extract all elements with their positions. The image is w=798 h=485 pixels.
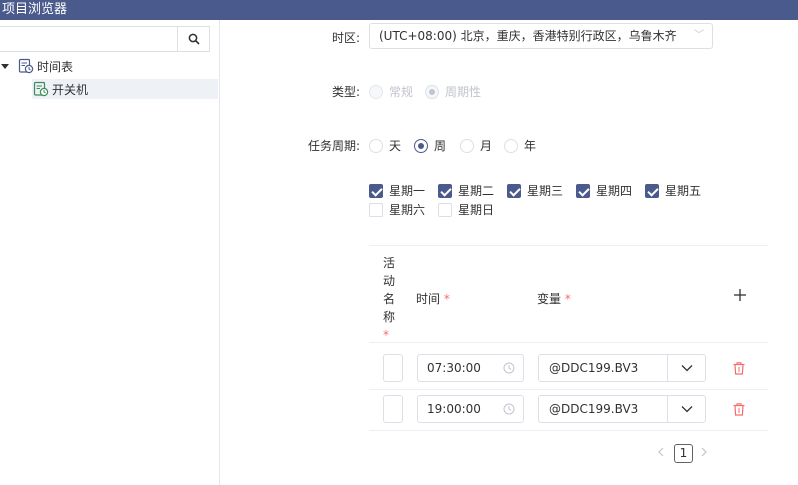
search-icon [188,33,200,45]
checkbox-box [507,183,521,198]
type-label: 类型: [331,85,360,99]
period-radio-day[interactable]: 天 [369,137,401,154]
variable-select[interactable]: @DDC199.BV3 [538,395,706,423]
timezone-label: 时区: [331,31,360,45]
column-header-variable: 变量 * [537,290,571,307]
weekday-checkbox-fri[interactable]: 星期五 [645,182,701,199]
variable-dropdown-button[interactable] [667,396,705,422]
period-radio-week[interactable]: 周 [414,137,446,154]
chevron-down-icon [681,406,692,413]
weekday-checkbox-tue[interactable]: 星期二 [438,182,494,199]
weekday-checkbox-wed[interactable]: 星期三 [507,182,563,199]
radio-circle [504,138,518,153]
radio-circle [460,138,474,153]
period-label: 任务周期: [307,139,360,153]
time-picker[interactable]: 07:30:00 [417,354,524,382]
time-picker[interactable]: 19:00:00 [417,395,524,423]
activity-name-input[interactable] [383,395,403,423]
header-char: 活 [383,256,396,270]
clock-icon [503,403,515,415]
header-char: 称 [383,310,396,324]
checkbox-label: 星期三 [527,184,564,198]
project-tree-panel: 时间表 开关机 [0,20,220,485]
required-mark: * [564,292,571,306]
next-page-button[interactable] [701,446,707,460]
timezone-select[interactable]: (UTC+08:00) 北京，重庆，香港特别行政区，乌鲁木齐 ﹀ [369,23,713,49]
activity-name-input[interactable] [383,354,403,382]
tree-node-power[interactable]: 开关机 [32,79,218,99]
tree-node-label: 开关机 [52,82,89,97]
weekday-checkbox-sat[interactable]: 星期六 [369,201,425,218]
window-title: 项目浏览器 [2,2,68,17]
delete-row-button[interactable] [731,360,747,376]
table-divider [369,389,768,390]
tree-node-label: 时间表 [37,59,74,74]
checkbox-label: 星期二 [458,184,495,198]
window-title-bar: 项目浏览器 [0,0,798,20]
header-char: 动 [383,274,396,288]
variable-value: @DDC199.BV3 [549,402,639,416]
chevron-down-icon: ﹀ [694,30,704,41]
weekday-checkbox-thu[interactable]: 星期四 [576,182,632,199]
radio-label: 年 [524,139,537,153]
radio-circle [369,84,383,99]
column-header-time: 时间 * [416,290,450,307]
page-number-current[interactable]: 1 [674,444,693,463]
checkbox-box [645,183,659,198]
weekday-checkbox-sun[interactable]: 星期日 [438,201,494,218]
trash-icon [733,361,745,375]
radio-circle [414,138,428,153]
tree-search-button[interactable] [177,27,209,51]
checkbox-label: 星期日 [458,203,495,217]
table-divider [369,430,768,431]
variable-dropdown-button[interactable] [667,355,705,381]
timezone-value: (UTC+08:00) 北京，重庆，香港特别行政区，乌鲁木齐 [379,29,677,43]
tree-search-input[interactable] [0,27,176,51]
radio-label: 周期性 [445,85,482,99]
schedule-item-icon [33,81,49,97]
column-header-activity-name: 活 动 名 称 * [383,254,397,344]
checkbox-label: 星期一 [389,184,426,198]
trash-icon [733,402,745,416]
checkbox-box [576,183,590,198]
chevron-right-icon [701,447,707,457]
radio-circle [425,84,439,99]
checkbox-box [369,202,383,217]
chevron-left-icon [658,447,664,457]
required-mark: * [443,292,450,306]
time-value: 19:00:00 [427,402,481,416]
checkbox-label: 星期四 [596,184,633,198]
tree-search [0,26,210,52]
radio-circle [369,138,383,153]
radio-label: 月 [480,139,493,153]
radio-label: 常规 [389,85,414,99]
period-radio-month[interactable]: 月 [460,137,492,154]
checkbox-box [369,183,383,198]
radio-label: 周 [434,139,447,153]
header-text: 时间 [416,292,441,306]
time-value: 07:30:00 [427,361,481,375]
delete-row-button[interactable] [731,401,747,417]
checkbox-box [438,183,452,198]
tree-node-schedule[interactable]: 时间表 [0,56,218,76]
variable-value: @DDC199.BV3 [549,361,639,375]
header-char: 名 [383,292,396,306]
prev-page-button[interactable] [658,446,664,460]
chevron-down-icon [681,365,692,372]
radio-label: 天 [389,139,402,153]
type-radio-periodic[interactable]: 周期性 [425,83,481,100]
checkbox-box [438,202,452,217]
checkbox-label: 星期五 [665,184,702,198]
add-row-icon[interactable] [733,288,747,302]
clock-icon [503,362,515,374]
checkbox-label: 星期六 [389,203,426,217]
type-radio-normal[interactable]: 常规 [369,83,413,100]
table-divider [369,342,768,343]
variable-select[interactable]: @DDC199.BV3 [538,354,706,382]
header-text: 变量 [537,292,562,306]
schedule-icon [18,58,34,74]
weekday-checkbox-mon[interactable]: 星期一 [369,182,425,199]
period-radio-year[interactable]: 年 [504,137,536,154]
caret-down-icon[interactable] [0,61,10,71]
